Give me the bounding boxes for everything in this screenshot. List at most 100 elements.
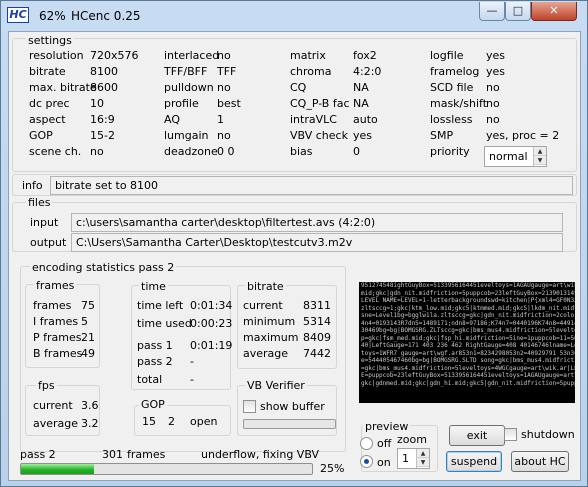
setting-label: intraVLC [290,113,337,126]
setting-label: mask/shift [430,97,488,110]
setting-label: bias [290,145,313,158]
setting-label: lumgain [164,129,209,142]
title-bar[interactable]: HC 62% HCenc 0.25 — □ ✕ [1,1,587,31]
setting-value: yes [353,129,373,142]
setting-value: 8600 [90,81,118,94]
bitrate-title: bitrate [245,280,286,293]
zoom-spin-buttons[interactable]: ▲ ▼ [416,449,429,468]
zoom-spinner[interactable]: 1 ▲ ▼ [397,448,430,469]
gop-value-1: 15 [142,415,156,428]
setting-label: SCD file [430,81,474,94]
setting-value: best [217,97,241,110]
maximize-button[interactable]: □ [505,2,531,21]
pass1-label: pass 1 [137,339,173,352]
preview-text-line: zltsccg=1;gkc|ktm_low.mid;gkc5|ktmmed.mi… [361,304,575,312]
total-label: total [137,373,163,386]
setting-value: TFF [217,65,237,78]
minimize-button[interactable]: — [479,2,505,21]
pass2-value: - [190,355,194,368]
preview-text-line: toys=1WFR7 gauge=art\wgf.ar853n1=8234298… [361,349,575,357]
status-pass: pass 2 [20,448,56,461]
total-value: - [190,373,194,386]
setting-value: no [486,97,500,110]
settings-title: settings [26,34,74,47]
show-buffer-checkbox[interactable] [243,400,256,413]
preview-on-radio[interactable] [360,455,373,468]
main-window: HC 62% HCenc 0.25 — □ ✕ settings resolut… [0,0,588,487]
app-icon[interactable]: HC [7,7,29,23]
setting-label: GOP [29,129,53,142]
preview-text-line: 40|LeftGauge=171 403 236 462 RightGauge=… [361,342,575,349]
setting-label: interlaced [164,49,220,62]
preview-text-line: e=544405467460bg=bg|BOMGSRG.SLTD song=gk… [361,357,575,364]
setting-value: NA [353,97,369,110]
preview-text-line: 30469bg=bg|BOMGSRG.ZLTsccg=gkc|bms_mus4.… [361,327,575,334]
exit-button[interactable]: exit [449,425,505,446]
status-frames-count: 301 [102,448,123,461]
setting-value: no [217,49,231,62]
fps-current-label: current [33,399,73,412]
setting-label: AQ [164,113,180,126]
up-arrow-icon[interactable]: ▲ [534,147,546,156]
bitrate-value: 8311 [303,299,331,312]
setting-label: deadzone [164,145,218,158]
setting-label: SMP [430,129,454,142]
setting-value: 0 0 [217,145,235,158]
priority-spinner[interactable]: ▲ ▼ [533,147,546,166]
suspend-button[interactable]: suspend [446,451,502,472]
preview-off-radio[interactable] [360,437,373,450]
preview-off-label: off [377,437,392,450]
setting-label: max. bitrate [29,81,97,94]
info-label: info [22,179,43,192]
setting-label: logfile [430,49,464,62]
setting-value: no [486,113,500,126]
frames-title: frames [34,279,77,292]
down-arrow-icon[interactable]: ▼ [534,156,546,165]
progress-percent: 25% [320,462,345,475]
zoom-value: 1 [402,452,409,465]
down-arrow-icon[interactable]: ▼ [417,458,429,467]
frames-label: B frames [33,347,83,360]
setting-value: NA [353,81,369,94]
setting-value: no [217,81,231,94]
info-field: bitrate set to 8100 [50,176,573,195]
frames-value: 75 [81,299,95,312]
setting-value: no [90,145,104,158]
setting-label: lossless [430,113,473,126]
preview-text-line: =gkc|bms_mus4.midfriction=5leveltoys=4WG… [361,364,575,372]
setting-label: aspect [29,113,66,126]
preview-title: preview [363,420,411,433]
gop-value-2: 2 [168,415,175,428]
frames-value: 21 [81,331,95,344]
close-button[interactable]: ✕ [531,2,577,21]
setting-label: CQ [290,81,307,94]
input-file-field[interactable]: c:\users\samantha carter\desktop\filtert… [71,213,563,232]
output-file-field[interactable]: C:\Users\Samantha Carter\Desktop\testcut… [71,233,563,252]
bitrate-value: 7442 [303,347,331,360]
client-area: settings resolution 720x576 interlaced no ma… [8,31,581,481]
setting-label: chroma [290,65,332,78]
priority-select[interactable]: normal ▲ ▼ [484,146,547,167]
bitrate-label: maximum [243,331,299,344]
frames-label: P frames [33,331,82,344]
time-used-label: time used [137,317,192,330]
setting-label: profile [164,97,199,110]
bitrate-value: 8409 [303,331,331,344]
bitrate-label: average [243,347,289,360]
setting-value: auto [353,113,378,126]
up-arrow-icon[interactable]: ▲ [417,449,429,458]
setting-label: matrix [290,49,326,62]
setting-label: dc prec [29,97,70,110]
frames-value: 5 [81,315,88,328]
shutdown-checkbox[interactable] [504,428,517,441]
setting-value: yes [486,65,506,78]
setting-label: pulldown [164,81,214,94]
pass1-value: 0:01:19 [190,339,233,352]
frames-label: frames [33,299,72,312]
output-label: output [30,236,67,249]
pass2-label: pass 2 [137,355,173,368]
gop-value-3: open [190,415,218,428]
about-button[interactable]: about HC [511,451,569,472]
status-message: underflow, fixing VBV [201,448,320,461]
time-title: time [139,280,168,293]
